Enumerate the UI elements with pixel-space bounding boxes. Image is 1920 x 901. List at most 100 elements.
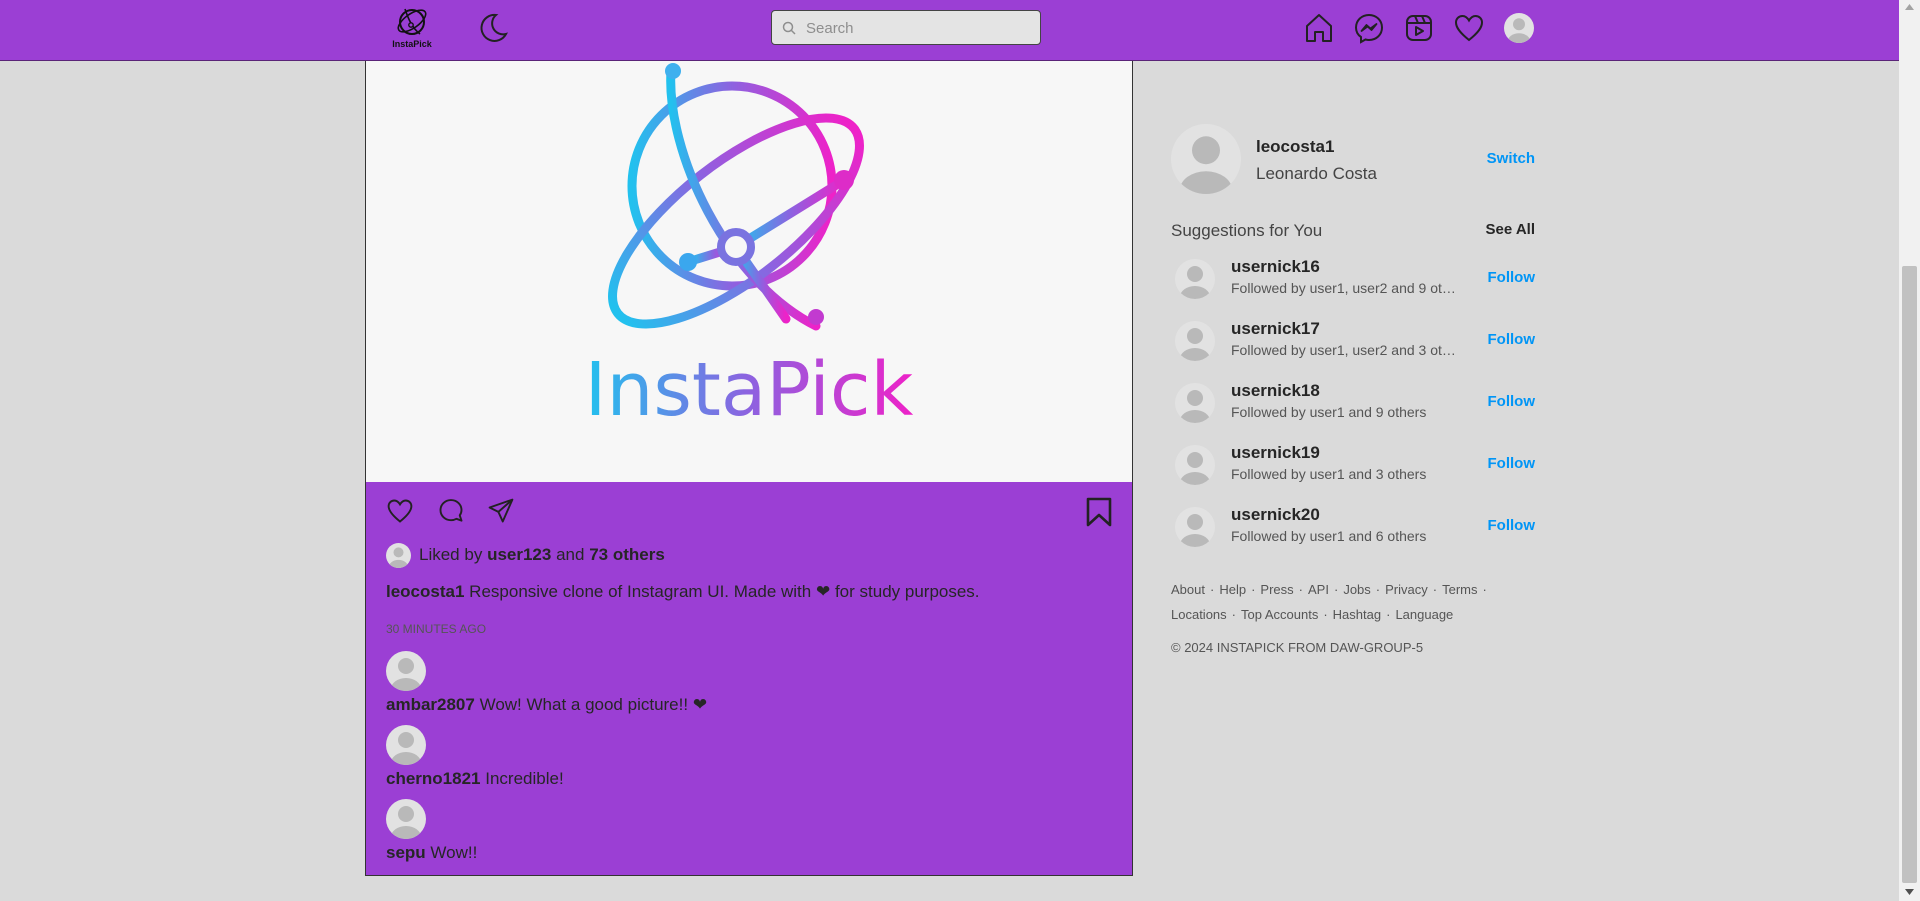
see-all-button[interactable]: See All (1486, 221, 1535, 238)
nav-activity-button[interactable] (1452, 11, 1486, 45)
current-user-avatar[interactable] (1171, 124, 1241, 194)
follow-button[interactable]: Follow (1488, 517, 1536, 534)
current-user-fullname: Leonardo Costa (1256, 164, 1377, 183)
avatar-icon (386, 543, 411, 568)
follow-button[interactable]: Follow (1488, 455, 1536, 472)
comment-text: Incredible! (485, 769, 564, 788)
footer-link-privacy[interactable]: Privacy (1385, 582, 1428, 597)
liker-avatar (386, 543, 411, 568)
comment-username[interactable]: cherno1821 (386, 769, 481, 788)
instapick-logo-wordmark: InstaPick (585, 347, 914, 433)
feed-post: InstaPick Liked by user123 and 73 others… (365, 61, 1133, 876)
share-button[interactable] (487, 497, 515, 525)
comment-avatar[interactable] (386, 725, 426, 765)
scroll-up-arrow-icon[interactable] (1905, 4, 1914, 10)
suggestion-subtitle: Followed by user1, user2 and 9 others (1231, 280, 1456, 296)
footer-links: About · Help · Press · API · Jobs · Privacy · Terms ·… (1171, 582, 1487, 622)
footer-link-locations[interactable]: Locations (1171, 607, 1227, 622)
footer-link-help[interactable]: Help (1219, 582, 1246, 597)
suggestion-username[interactable]: usernick20 (1231, 505, 1320, 525)
scroll-down-arrow-icon[interactable] (1905, 889, 1914, 895)
comment-username[interactable]: ambar2807 (386, 695, 475, 714)
search-bar (771, 10, 1041, 45)
suggestions-header: Suggestions for You See All (1171, 221, 1535, 243)
avatar-icon (1175, 507, 1215, 547)
suggestions-list: usernick16 Followed by user1, user2 and … (1171, 253, 1535, 563)
heart-emoji-icon: ❤ (815, 582, 831, 601)
suggestion-username[interactable]: usernick17 (1231, 319, 1320, 339)
likes-user-link[interactable]: user123 (487, 545, 551, 565)
footer-link-jobs[interactable]: Jobs (1343, 582, 1370, 597)
follow-button[interactable]: Follow (1488, 269, 1536, 286)
search-icon (782, 21, 796, 35)
footer-link-api[interactable]: API (1308, 582, 1329, 597)
suggestion-username[interactable]: usernick18 (1231, 381, 1320, 401)
logo-icon (397, 8, 427, 35)
suggestion-avatar[interactable] (1175, 383, 1215, 423)
instapick-logo-image: InstaPick (585, 63, 914, 433)
moon-icon (480, 13, 508, 42)
likes-prefix: Liked by (419, 545, 483, 564)
scrollbar-thumb[interactable] (1902, 266, 1917, 883)
reels-icon (1406, 15, 1432, 41)
post-timestamp: 30 MINUTES AGO (386, 622, 487, 636)
like-button[interactable] (386, 497, 414, 525)
likes-and: and (556, 545, 585, 564)
bookmark-button[interactable] (1085, 497, 1113, 527)
avatar-icon (1171, 124, 1241, 194)
follow-button[interactable]: Follow (1488, 393, 1536, 410)
comment-avatar[interactable] (386, 651, 426, 691)
footer-link-terms[interactable]: Terms (1442, 582, 1477, 597)
footer-link-press[interactable]: Press (1260, 582, 1293, 597)
nav-reels-button[interactable] (1402, 11, 1436, 45)
search-input[interactable] (806, 17, 1031, 39)
likes-others-link[interactable]: 73 others (589, 545, 665, 565)
suggestion-avatar[interactable] (1175, 507, 1215, 547)
home-icon (1306, 14, 1332, 42)
switch-account-button[interactable]: Switch (1487, 150, 1535, 167)
caption-username[interactable]: leocosta1 (386, 582, 464, 601)
comment-button[interactable] (437, 497, 465, 525)
share-icon (488, 498, 514, 523)
current-username[interactable]: leocosta1 (1256, 137, 1334, 157)
top-navbar: InstaPick (0, 0, 1899, 61)
suggestion-username[interactable]: usernick16 (1231, 257, 1320, 277)
post-image[interactable]: InstaPick (366, 61, 1132, 482)
suggestion-subtitle: Followed by user1, user2 and 3 others (1231, 342, 1456, 358)
heart-icon (387, 499, 413, 523)
comment-item: cherno1821 Incredible! (386, 725, 1086, 789)
avatar-icon (1504, 13, 1534, 43)
dark-mode-toggle[interactable] (476, 11, 510, 45)
avatar-icon (1175, 445, 1215, 485)
suggestion-username[interactable]: usernick19 (1231, 443, 1320, 463)
suggestion-item: usernick19 Followed by user1 and 3 other… (1171, 439, 1535, 501)
scrollbar[interactable] (1899, 0, 1920, 901)
comment-text: Wow! What a good picture!! (479, 695, 689, 714)
caption-text: Responsive clone of Instagram UI. Made w… (469, 582, 812, 601)
suggestion-item: usernick20 Followed by user1 and 6 other… (1171, 501, 1535, 563)
follow-button[interactable]: Follow (1488, 331, 1536, 348)
heart-icon (1454, 14, 1484, 42)
suggestion-avatar[interactable] (1175, 259, 1215, 299)
nav-home-button[interactable] (1302, 11, 1336, 45)
suggestion-item: usernick16 Followed by user1, user2 and … (1171, 253, 1535, 315)
suggestions-title: Suggestions for You (1171, 221, 1323, 240)
footer-link-top-accounts[interactable]: Top Accounts (1241, 607, 1318, 622)
footer-link-language[interactable]: Language (1395, 607, 1453, 622)
nav-messages-button[interactable] (1352, 11, 1386, 45)
right-sidebar: leocosta1 Leonardo Costa Switch Suggesti… (1171, 124, 1535, 655)
heart-emoji-icon: ❤ (692, 695, 708, 714)
brand-logo[interactable]: InstaPick (386, 4, 438, 54)
suggestion-subtitle: Followed by user1 and 3 others (1231, 466, 1427, 482)
footer-link-about[interactable]: About (1171, 582, 1205, 597)
suggestion-avatar[interactable] (1175, 445, 1215, 485)
comment-username[interactable]: sepu (386, 843, 426, 862)
post-caption: leocosta1 Responsive clone of Instagram … (386, 582, 980, 602)
nav-profile-avatar[interactable] (1504, 13, 1534, 43)
comment-avatar[interactable] (386, 799, 426, 839)
messenger-icon (1354, 13, 1384, 44)
suggestion-avatar[interactable] (1175, 321, 1215, 361)
avatar-icon (1175, 383, 1215, 423)
nav-icon-group (1302, 11, 1502, 45)
footer-link-hashtag[interactable]: Hashtag (1333, 607, 1381, 622)
